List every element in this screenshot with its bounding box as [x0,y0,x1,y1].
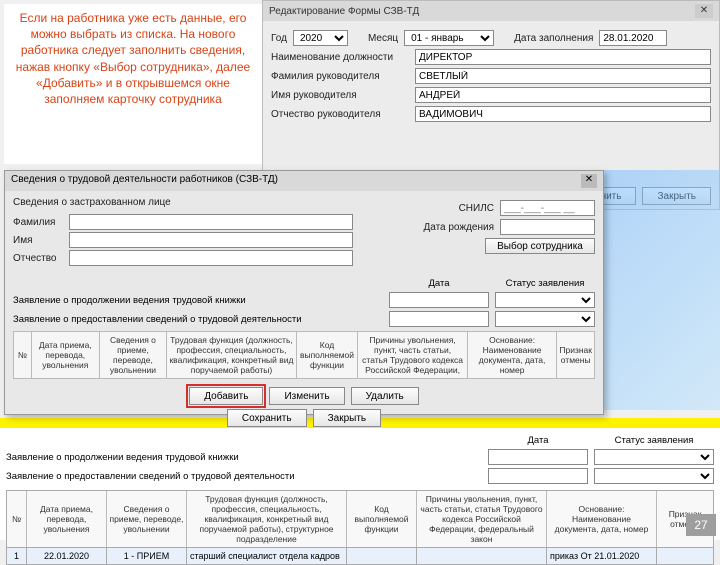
decl2-date-input[interactable] [389,311,489,327]
decl2-status-select[interactable] [594,468,714,484]
th-reason: Причины увольнения, пункт, часть статьи,… [358,332,467,378]
decl1-status-select[interactable] [495,292,595,308]
snils-label: СНИЛС [415,203,494,214]
fill-date-label: Дата заполнения [514,33,593,44]
instruction-text: Если на работника уже есть данные, его м… [12,10,254,107]
year-select[interactable]: 2020 [293,30,348,46]
window-titlebar: Редактирование Формы СЗВ-ТД ✕ [263,1,719,21]
choose-employee-button[interactable]: Выбор сотрудника [485,238,595,254]
name-input[interactable] [415,87,711,103]
declaration1-label: Заявление о продолжении ведения трудовой… [13,295,383,306]
close-button[interactable]: Закрыть [313,409,382,427]
declaration2-label: Заявление о предоставлении сведений о тр… [6,471,482,482]
surname-input[interactable] [69,214,353,230]
surname-label: Фамилия руководителя [271,71,409,82]
patronymic-input[interactable] [69,250,353,266]
dialog-title: Сведения о трудовой деятельности работни… [11,174,278,188]
decl1-date-input[interactable] [488,449,588,465]
birth-input[interactable] [500,219,595,235]
surname-input[interactable] [415,68,711,84]
th-code: Код выполняемой функции [297,332,359,378]
bottom-panel: Дата Статус заявления Заявление о продол… [0,428,720,540]
window-title: Редактирование Формы СЗВ-ТД [269,6,419,17]
position-label: Наименование должности [271,52,409,63]
th-function: Трудовая функция (должность, профессия, … [167,332,296,378]
declaration2-label: Заявление о предоставлении сведений о тр… [13,314,383,325]
month-label: Месяц [368,33,398,44]
th-basis: Основание: Наименование документа, дата,… [468,332,558,378]
close-icon[interactable]: ✕ [695,4,713,18]
decl1-date-input[interactable] [389,292,489,308]
surname-label: Фамилия [13,217,63,228]
month-select[interactable]: 01 - январь [404,30,494,46]
instruction-note: Если на работника уже есть данные, его м… [4,4,262,164]
th-event: Сведения о приеме, переводе, увольнении [100,332,168,378]
name-label: Имя [13,235,63,246]
th-number: № [14,332,32,378]
decl1-status-select[interactable] [594,449,714,465]
close-icon[interactable]: ✕ [581,174,597,188]
date-header: Дата [389,278,489,289]
save-button[interactable]: Сохранить [227,409,307,427]
szv-td-dialog: Сведения о трудовой деятельности работни… [4,170,604,415]
position-input[interactable] [415,49,711,65]
table-row[interactable]: 1 22.01.2020 1 - ПРИЕМ старший специалис… [6,548,714,565]
patronymic-input[interactable] [415,106,711,122]
patronymic-label: Отчество руководителя [271,109,409,120]
th-cancel: Признак отмены [557,332,594,378]
status-header: Статус заявления [495,278,595,289]
patronymic-label: Отчество [13,253,63,264]
fill-date-input[interactable] [599,30,667,46]
table-header-row: № Дата приема, перевода, увольнения Свед… [13,331,595,379]
declaration1-label: Заявление о продолжении ведения трудовой… [6,452,482,463]
add-button[interactable]: Добавить [189,387,263,405]
edit-button[interactable]: Изменить [269,387,344,405]
status-header: Статус заявления [594,435,714,446]
delete-button[interactable]: Удалить [351,387,419,405]
year-label: Год [271,33,287,44]
th-date: Дата приема, перевода, увольнения [32,332,100,378]
decl2-date-input[interactable] [488,468,588,484]
dialog-titlebar: Сведения о трудовой деятельности работни… [5,171,603,191]
page-number: 27 [686,514,716,536]
decl2-status-select[interactable] [495,311,595,327]
date-header: Дата [488,435,588,446]
bottom-table-header: № Дата приема, перевода, увольнения Свед… [6,490,714,548]
name-input[interactable] [69,232,353,248]
birth-label: Дата рождения [415,222,494,233]
name-label: Имя руководителя [271,90,409,101]
snils-input[interactable] [500,200,595,216]
